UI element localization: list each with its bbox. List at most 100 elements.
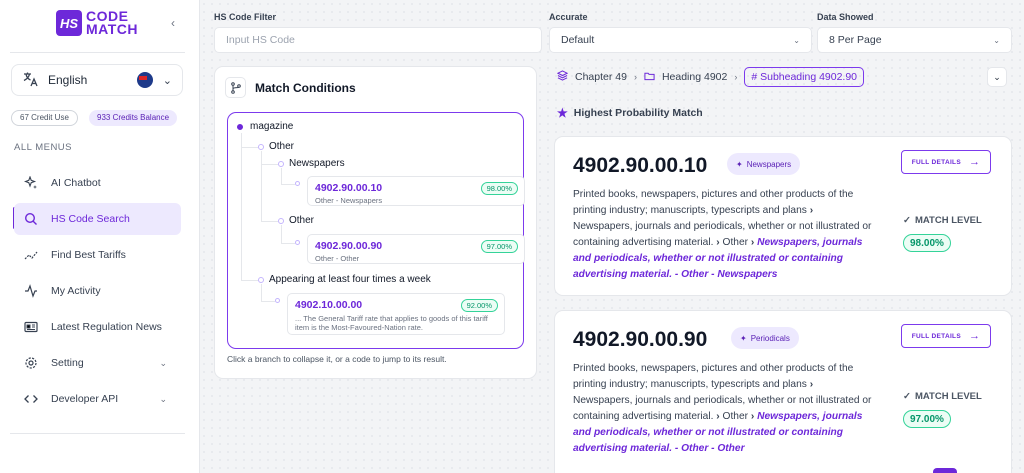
chevron-right-icon: › [633,72,637,82]
nav-hs-code-search[interactable]: HS Code Search [14,203,181,235]
tree-node-dot [295,181,300,186]
desc-text: Other [722,237,749,248]
leaf-code: 4902.90.00.10 [315,182,383,194]
accurate-value: Default [561,34,595,46]
match-level-label: ✓ MATCH LEVEL [903,391,982,402]
collapse-sidebar-icon[interactable]: ‹ [171,16,175,30]
nav-setting[interactable]: Setting ⌄ [14,347,181,379]
chevron-down-icon: ⌄ [159,357,167,368]
nav-label: Setting [51,357,84,369]
tree-root-dot [237,124,243,130]
sparkle-icon: ✦ [740,333,747,343]
divider [10,52,185,53]
credit-used-badge: 67 Credit Use [11,110,78,126]
desc-text: containing advertising material. [573,411,714,422]
nav-my-activity[interactable]: My Activity [14,275,181,307]
tree-connector [261,151,262,221]
arrow-right-icon: → [968,330,981,342]
result-card: 4902.90.00.90 ✦ Periodicals FULL DETAILS →… [554,310,1012,473]
conditions-hint: Click a branch to collapse it, or a code… [227,354,447,364]
tree-leaf-4902-90-00-90[interactable]: 4902.90.00.90 Other - Other 97.00% [307,234,525,264]
desc-line: Newspapers, journals and periodicals, wh… [573,221,872,232]
match-conditions-title: Match Conditions [255,80,356,95]
result-description: Printed books, newspapers, pictures and … [573,187,891,283]
match-level-text: MATCH LEVEL [914,215,982,226]
chevron-right-icon: › [750,411,755,422]
desc-highlight: advertising material. - Other - Other [573,443,745,454]
leaf-match-badge: 92.00% [460,299,498,312]
tree-node-other[interactable]: Other [269,141,294,152]
desc-line: printing industry; manuscripts, typescri… [573,203,891,219]
desc-text: Other [722,411,749,422]
chevron-right-icon: › [809,379,814,390]
desc-highlight: Newspapers, journals [757,411,863,422]
chevron-right-icon: › [716,411,720,422]
accurate-label: Accurate [549,12,588,22]
result-hs-code[interactable]: 4902.90.00.10 [573,154,707,178]
tree-node-dot [258,144,264,150]
tree-node-root[interactable]: magazine [250,121,293,132]
leaf-match-badge: 97.00% [480,240,518,253]
chevron-down-icon: ⌄ [993,35,1000,45]
leaf-desc: item is the Most-Favoured-Nation rate. [295,323,423,332]
match-conditions-panel: Match Conditions magazine Other Newspape… [214,66,537,379]
tree-node-other-2[interactable]: Other [289,215,314,226]
language-label: English [48,73,88,87]
expand-breadcrumb-button[interactable]: ⌄ [987,67,1007,87]
check-circle-icon: ✓ [903,215,911,226]
news-icon [23,319,39,335]
desc-text: containing advertising material. [573,237,714,248]
nav-developer-api[interactable]: Developer API ⌄ [14,383,181,415]
match-conditions-header: Match Conditions [225,77,356,98]
tree-connector [261,164,278,165]
language-selector[interactable]: English ⌄ [11,64,183,96]
credit-balance-badge[interactable]: 933 Credits Balance [89,110,178,126]
match-level-badge: 97.00% [903,410,951,428]
result-tag: ✦ Periodicals [731,327,799,349]
hs-code-input[interactable]: Input HS Code [214,27,542,53]
data-showed-value: 8 Per Page [829,34,882,46]
tree-connector [261,221,278,222]
result-tag-label: Newspapers [746,159,792,169]
folder-icon [644,71,655,84]
chevron-right-icon: › [716,237,720,248]
full-details-button[interactable]: FULL DETAILS → [901,324,991,348]
branch-icon [225,77,246,98]
nav-find-best-tariffs[interactable]: Find Best Tariffs [14,239,181,271]
arrow-right-icon: → [968,156,981,168]
leaf-desc: ... The General Tariff rate that applies… [295,314,488,323]
condition-tree: magazine Other Newspapers 4902.90.00.10 … [227,112,525,349]
breadcrumb-heading[interactable]: Heading 4902 [662,71,727,83]
chevron-right-icon: › [809,205,814,216]
divider [10,433,185,434]
tree-node-dot [275,298,280,303]
result-hs-code[interactable]: 4902.90.00.90 [573,328,707,352]
tree-node-appearing[interactable]: Appearing at least four times a week [269,274,431,285]
tree-leaf-4902-90-00-10[interactable]: 4902.90.00.10 Other - Newspapers 98.00% [307,176,525,206]
logo-line-2: MATCH [86,21,139,37]
result-card: 4902.90.00.10 ✦ Newspapers FULL DETAILS → … [554,136,1012,296]
accurate-select[interactable]: Default ⌄ [549,27,812,53]
data-showed-select[interactable]: 8 Per Page ⌄ [817,27,1012,53]
sparkle-icon: ✦ [736,159,743,169]
match-level-badge: 98.00% [903,234,951,252]
breadcrumb-subheading[interactable]: # Subheading 4902.90 [744,67,865,87]
tree-connector [261,284,262,301]
nav-ai-chatbot[interactable]: AI Chatbot [14,167,181,199]
tree-leaf-4902-10-00-00[interactable]: 4902.10.00.00 ... The General Tariff rat… [287,293,505,335]
full-details-button[interactable]: FULL DETAILS → [901,150,991,174]
desc-highlight: advertising material. - Other - Newspape… [573,269,778,280]
tree-node-newspapers[interactable]: Newspapers [289,158,345,169]
scroll-to-top-button[interactable] [933,468,957,473]
hs-filter-label: HS Code Filter [214,12,277,22]
result-tag: ✦ Newspapers [727,153,801,175]
brand-logo[interactable]: HS CODE MATCH [56,9,139,37]
chevron-down-icon: ⌄ [793,35,800,45]
leaf-match-badge: 98.00% [480,182,518,195]
nav-latest-regulation-news[interactable]: Latest Regulation News [14,311,181,343]
leaf-desc: Other - Newspapers [315,196,383,205]
breadcrumb-chapter[interactable]: Chapter 49 [575,71,627,83]
nav-label: Developer API [51,393,119,405]
chevron-down-icon: ⌄ [993,71,1001,82]
nav-label: Find Best Tariffs [51,249,126,261]
